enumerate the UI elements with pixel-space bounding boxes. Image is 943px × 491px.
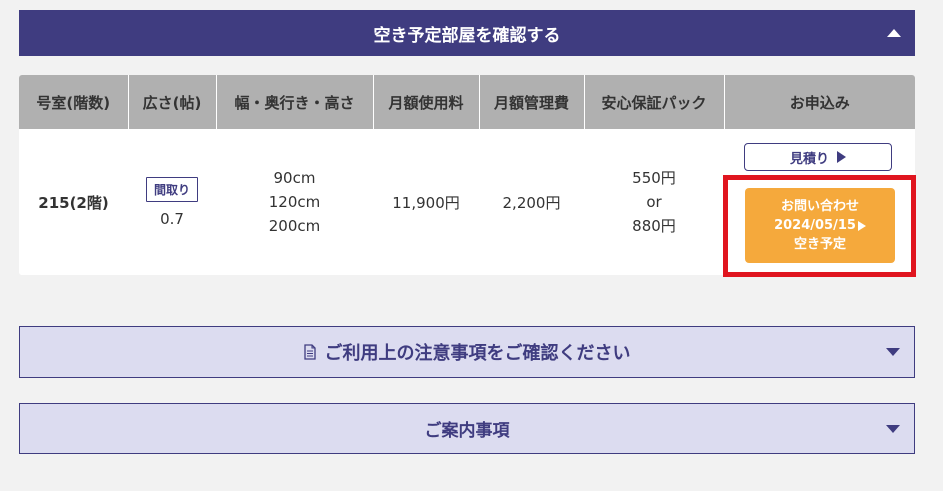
area-value: 0.7 [160, 209, 184, 228]
monthly-fee: 11,900円 [373, 129, 479, 275]
guarantee-or: or [646, 193, 662, 211]
inquiry-button[interactable]: お問い合わせ 2024/05/15 空き予定 [745, 188, 895, 263]
inquiry-status: 空き予定 [793, 237, 846, 252]
header-guarantee: 安心保証パック [584, 75, 725, 129]
triangle-down-icon [886, 424, 900, 433]
vacancy-accordion-title: 空き予定部屋を確認する [373, 25, 561, 46]
notes-accordion-title: ご利用上の注意事項をご確認ください [324, 343, 631, 364]
document-icon [303, 344, 316, 360]
floorplan-button[interactable]: 間取り [145, 176, 198, 202]
vacancy-accordion-header[interactable]: 空き予定部屋を確認する [19, 10, 915, 56]
triangle-down-icon [886, 348, 900, 356]
header-management-fee: 月額管理費 [479, 75, 585, 129]
dimension-depth: 120cm [268, 193, 321, 211]
triangle-right-icon [857, 220, 866, 231]
triangle-right-icon [837, 151, 846, 163]
dimension-width: 90cm [273, 169, 316, 187]
dimension-height: 200cm [268, 217, 321, 235]
header-room: 号室(階数) [19, 75, 129, 129]
inquiry-date: 2024/05/15 [774, 218, 856, 233]
guarantee-option-a: 550円 [632, 169, 676, 187]
management-fee: 2,200円 [479, 129, 584, 275]
info-accordion-title: ご案内事項 [424, 421, 510, 441]
guarantee-option-b: 880円 [632, 217, 676, 235]
estimate-button[interactable]: 見積り [744, 143, 892, 171]
header-dimensions: 幅・奥行き・高さ [216, 75, 374, 129]
notes-accordion-header[interactable]: ご利用上の注意事項をご確認ください [19, 326, 915, 378]
inquiry-label: お問い合わせ [780, 199, 859, 214]
table-header-row: 号室(階数) 広さ(帖) 幅・奥行き・高さ 月額使用料 月額管理費 安心保証パッ… [19, 75, 915, 129]
guarantee-cell: 550円 or 880円 [584, 129, 724, 275]
info-accordion-header[interactable]: ご案内事項 [19, 403, 915, 454]
room-number: 215(2階) [19, 129, 128, 275]
header-monthly-fee: 月額使用料 [373, 75, 480, 129]
triangle-up-icon [887, 29, 901, 37]
estimate-label: 見積り [789, 151, 829, 167]
area-cell: 間取り 0.7 [128, 129, 216, 275]
dimensions-cell: 90cm 120cm 200cm [216, 129, 373, 275]
inquiry-date-line: 2024/05/15 [774, 216, 866, 235]
header-apply: お申込み [724, 75, 915, 129]
header-area: 広さ(帖) [128, 75, 217, 129]
